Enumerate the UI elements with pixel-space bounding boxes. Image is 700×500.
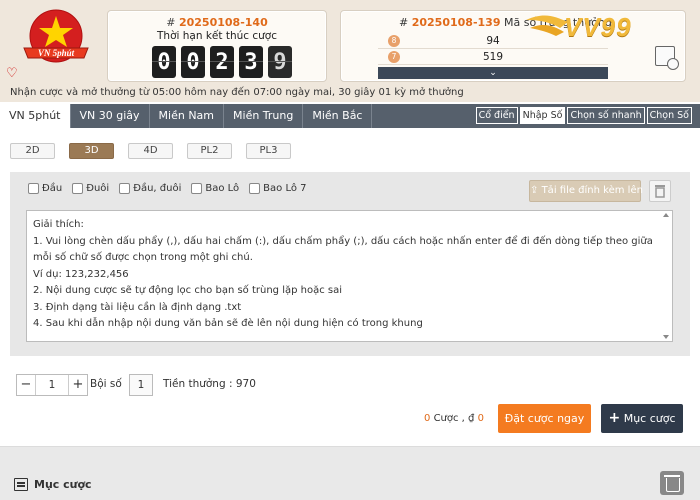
mode-pick-number[interactable]: Chọn Số [646,107,692,124]
instruction-line: Ví dụ: 123,232,456 [33,268,129,280]
textarea-scrollbar[interactable] [663,213,670,339]
checkbox-bao-lo-7[interactable]: Bao Lô 7 [249,183,307,194]
mode-quick-pick[interactable]: Chọn số nhanh [567,107,645,124]
countdown-digit: 0 [181,46,205,78]
instruction-line: 3. Định dạng tài liệu cần là định dạng .… [33,301,242,313]
prize-badge: 8 [388,34,400,47]
countdown-panel: # 20250108-140 Thời hạn kết thúc cược 0 … [107,10,327,82]
checkbox-dau-duoi[interactable]: Đầu, đuôi [119,183,181,194]
heart-icon[interactable]: ♡ [6,66,18,81]
countdown-digit: 3 [239,46,263,78]
place-bet-button[interactable]: Đặt cược ngay [498,404,591,433]
decrement-button[interactable]: − [17,375,35,395]
brand-text: VV99 [564,12,632,42]
current-ticket-id: 20250108-140 [178,16,268,29]
clear-bets-button[interactable] [660,471,684,495]
list-icon [14,478,28,491]
quantity-stepper: − 1 + [16,374,88,396]
increment-button[interactable]: + [69,375,87,395]
chevron-down-icon: ⌄ [489,68,497,78]
previous-ticket-id: 20250108-139 [411,16,501,29]
quantity-input[interactable]: 1 [35,375,69,395]
prize-amount: Tiền thưởng : 970 [163,378,256,390]
bet-type-selector: 2D 3D 4D PL2 PL3 [10,143,291,159]
instruction-line: 1. Vui lòng chèn dấu phẩy (,), dấu hai c… [33,235,653,264]
result-value: 519 [482,50,504,63]
clear-input-button[interactable] [649,180,671,202]
upload-file-button[interactable]: ⇪ Tải file đính kèm lên [529,180,643,202]
brand-logo: VV99 [524,6,684,48]
tab-vn-30-giay[interactable]: VN 30 giây [71,104,150,128]
scroll-up-icon[interactable] [663,213,669,217]
countdown-digits: 0 0 2 3 9 [152,46,292,78]
countdown-title: Thời hạn kết thúc cược [157,30,277,42]
instruction-line: 2. Nội dung cược sẽ tự động lọc cho bạn … [33,285,343,296]
logo[interactable]: VN 5phút [18,6,94,72]
multiplier-input[interactable]: 1 [129,374,153,396]
type-4d-button[interactable]: 4D [128,143,173,159]
logo-text: VN 5phút [38,48,75,58]
mode-input-number[interactable]: Nhập Số [519,107,566,124]
type-3d-button[interactable]: 3D [69,143,114,159]
mode-switcher: Cổ điển Nhập Số Chọn số nhanh Chọn Số [475,107,692,124]
prize-badge: 7 [388,50,400,63]
countdown-digit: 0 [152,46,176,78]
type-pl3-button[interactable]: PL3 [246,143,291,159]
countdown-digit: 9 [268,46,292,78]
header: VN 5phút ♡ # 20250108-140 Thời hạn kết t… [0,0,700,102]
add-bet-button[interactable]: + Mục cược [601,404,683,433]
tab-mien-trung[interactable]: Miền Trung [224,104,304,128]
scroll-down-icon[interactable] [663,335,669,339]
schedule-notice: Nhận cược và mở thưởng từ 05:00 hôm nay … [10,87,464,98]
mode-classic[interactable]: Cổ điển [475,107,518,124]
bet-amount: 0 [477,413,484,424]
result-row: 7 519 [378,49,608,65]
bet-input-section: Đầu Đuôi Đầu, đuôi Bao Lô Bao Lô 7 ⇪ Tải… [10,172,690,356]
type-2d-button[interactable]: 2D [10,143,55,159]
currency-icon: ₫ [468,413,475,424]
expand-results-button[interactable]: ⌄ [378,67,608,79]
instruction-line: 4. Sau khi dẫn nhập nội dung văn bản sẽ … [33,318,423,329]
current-ticket: # 20250108-140 [166,16,268,29]
checkbox-bao-lo[interactable]: Bao Lô [191,183,239,194]
countdown-digit: 2 [210,46,234,78]
tab-mien-bac[interactable]: Miền Bắc [303,104,373,128]
trash-icon [655,185,665,198]
checkbox-duoi[interactable]: Đuôi [72,183,109,194]
upload-icon: ⇪ [530,185,539,196]
bet-count: 0 [424,413,431,424]
bet-list-footer: Mục cược [0,446,700,500]
bet-numbers-textarea[interactable]: Giải thích: 1. Vui lòng chèn dấu phẩy (,… [26,210,673,342]
tab-mien-nam[interactable]: Miền Nam [150,104,225,128]
bet-list-title: Mục cược [14,478,92,491]
checkbox-dau[interactable]: Đầu [28,183,62,194]
tab-vn-5phut[interactable]: VN 5phút [0,104,71,128]
plus-icon: + [608,410,621,426]
type-pl2-button[interactable]: PL2 [187,143,232,159]
bet-summary: 0 Cược , ₫ 0 [424,413,484,424]
position-checkboxes: Đầu Đuôi Đầu, đuôi Bao Lô Bao Lô 7 [28,183,307,194]
history-icon[interactable] [655,46,679,70]
multiplier-label: Bội số [90,378,122,390]
instruction-line: Giải thích: [33,219,84,230]
